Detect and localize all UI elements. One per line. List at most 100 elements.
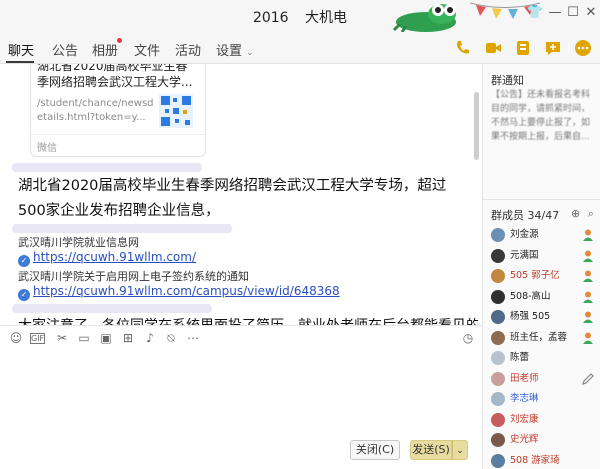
link-row: ✓ https://qcuwh.91wllm.com/ (18, 250, 196, 267)
chat-scrollbar[interactable] (474, 92, 479, 160)
avatar (491, 392, 505, 406)
redacted-sender (12, 304, 212, 313)
folder-icon[interactable]: ▭ (76, 330, 92, 346)
member-row[interactable]: 刘宏康 (491, 412, 595, 431)
member-row[interactable]: 田老师 (491, 371, 595, 390)
avatar (491, 289, 505, 304)
members-count: 34/47 (527, 209, 560, 222)
more-icon[interactable] (573, 38, 593, 58)
share-screen-icon[interactable] (513, 38, 533, 58)
tab-files[interactable]: 文件 (134, 40, 160, 59)
card-source: 微信 (31, 134, 205, 158)
mute-bell-icon[interactable]: ⍉ (163, 330, 179, 346)
avatar (491, 453, 505, 468)
voice-icon[interactable]: ♪ (142, 330, 158, 346)
group-notice-text[interactable]: 【公告】还未看报名考科目的同学，请抓紧时间，不然马上要停止报了，如果不按期上报，… (491, 88, 595, 144)
shield-icon: ✓ (18, 289, 30, 301)
send-button[interactable]: 发送(S) (410, 440, 452, 460)
member-row[interactable]: 508 游家琦 (491, 453, 595, 469)
avatar (491, 228, 505, 242)
person-icon (583, 250, 593, 262)
person-icon (583, 311, 593, 323)
avatar (491, 433, 505, 447)
skin-button[interactable]: 👕 (526, 4, 544, 22)
member-name: 杨强 505 (510, 311, 551, 322)
send-options-button[interactable]: ⌄ (452, 440, 468, 460)
link-label-row: 武汉晴川学院关于启用网上电子签约系统的通知 (18, 268, 249, 284)
clock-icon[interactable]: ◷ (460, 330, 476, 346)
tab-activity[interactable]: 活动 (175, 40, 201, 59)
message-icon[interactable] (543, 38, 563, 58)
message-text: 湖北省2020届高校毕业生春季网络招聘会武汉工程大学专场，超过500家企业发布招… (18, 178, 447, 219)
tab-bar: 聊天 公告 相册 文件 活动 设置 ⌄ (0, 32, 600, 64)
avatar (491, 330, 505, 345)
more-circle-icon[interactable]: ⋯ (185, 330, 201, 346)
member-row[interactable]: 508-高山 (491, 289, 595, 308)
chevron-down-icon: ⌄ (456, 446, 464, 456)
avatar (491, 248, 505, 263)
member-row[interactable]: 班主任，孟蓉 (491, 330, 595, 349)
minimize-button[interactable]: — (546, 4, 564, 22)
message-input[interactable] (0, 349, 482, 435)
gif-icon[interactable]: GIF (30, 333, 45, 344)
person-icon (583, 229, 593, 241)
partial-message-text: 大家注意了，各位同学在系统里面投了简历，就业处老师在后台都能看见的，并且以 (18, 315, 478, 325)
close-button[interactable]: ✕ (582, 4, 600, 22)
search-icon[interactable]: ⌕ (588, 207, 594, 220)
window-title-name: 大机电 (305, 10, 348, 26)
add-member-icon[interactable]: ⊕ (571, 207, 580, 220)
person-icon (583, 332, 593, 344)
avatar (491, 412, 505, 427)
member-row[interactable]: 杨强 505 (491, 309, 595, 328)
member-name: 508 游家琦 (510, 454, 560, 466)
card-url: /student/chance/newsdetails.html?token=y… (37, 98, 154, 123)
avatar (491, 371, 505, 386)
shared-link-card[interactable]: 湖北省2020届高校毕业生春季网络招聘会武汉工程大学... /student/c… (30, 64, 206, 157)
member-row[interactable]: 陈蕾 (491, 350, 595, 369)
shirt-icon: 👕 (526, 5, 544, 20)
tab-album[interactable]: 相册 (92, 40, 118, 59)
gift-icon[interactable]: ⊞ (120, 330, 136, 346)
group-side-panel: 群通知 【公告】还未看报名考科目的同学，请抓紧时间，不然马上要停止报了，如果不按… (482, 64, 600, 469)
link-row: ✓ https://qcuwh.91wllm.com/campus/view/id… (18, 284, 340, 301)
group-notice-title: 群通知 (491, 74, 524, 87)
card-title: 湖北省2020届高校毕业生春季网络招聘会武汉工程大学... (37, 64, 193, 89)
tab-chat[interactable]: 聊天 (8, 40, 34, 59)
panel-divider (483, 199, 600, 200)
image-icon[interactable]: ▣ (98, 330, 114, 346)
pencil-icon (582, 372, 594, 385)
redacted-sender (12, 163, 202, 172)
link-url-2[interactable]: https://qcuwh.91wllm.com/campus/view/id/… (33, 284, 340, 298)
close-button-compose[interactable]: 关闭(C) (350, 440, 400, 460)
video-icon[interactable] (483, 38, 503, 58)
member-row[interactable]: 李志琳 (491, 391, 595, 410)
link-label-2: 武汉晴川学院关于启用网上电子签约系统的通知 (18, 270, 249, 283)
member-name: 班主任，孟蓉 (510, 331, 568, 343)
qr-code-icon (159, 94, 193, 128)
member-row[interactable]: 505 郭子亿 (491, 268, 595, 287)
maximize-icon: ☐ (567, 5, 579, 20)
maximize-button[interactable]: ☐ (564, 4, 582, 22)
scissors-icon[interactable]: ✂ (54, 330, 70, 346)
member-name: 刘金源 (510, 229, 539, 240)
tab-settings-label: 设置 (216, 44, 243, 59)
members-title: 群成员 34/47 (491, 207, 559, 223)
avatar (491, 269, 505, 283)
member-row[interactable]: 史光辉 (491, 432, 595, 451)
link-url-1[interactable]: https://qcuwh.91wllm.com/ (33, 250, 196, 264)
members-label: 群成员 (491, 209, 524, 222)
member-row[interactable]: 元满国 (491, 248, 595, 267)
avatar (491, 310, 505, 324)
chat-history[interactable]: 湖北省2020届高校毕业生春季网络招聘会武汉工程大学... /student/c… (0, 64, 482, 325)
phone-icon[interactable] (453, 38, 473, 58)
compose-toolbar: ☺ GIF ✂ ▭ ▣ ⊞ ♪ ⍉ ⋯ ◷ (0, 325, 482, 349)
close-icon: ✕ (585, 5, 597, 20)
link-label-row: 武汉晴川学院就业信息网 (18, 234, 139, 250)
tab-settings[interactable]: 设置 ⌄ (216, 40, 254, 59)
member-row[interactable]: 刘金源 (491, 227, 595, 246)
tab-notice[interactable]: 公告 (52, 40, 78, 59)
album-notification-dot (117, 38, 122, 43)
redacted-sender (12, 224, 232, 233)
emoji-icon[interactable]: ☺ (8, 330, 24, 346)
person-icon (583, 291, 593, 303)
